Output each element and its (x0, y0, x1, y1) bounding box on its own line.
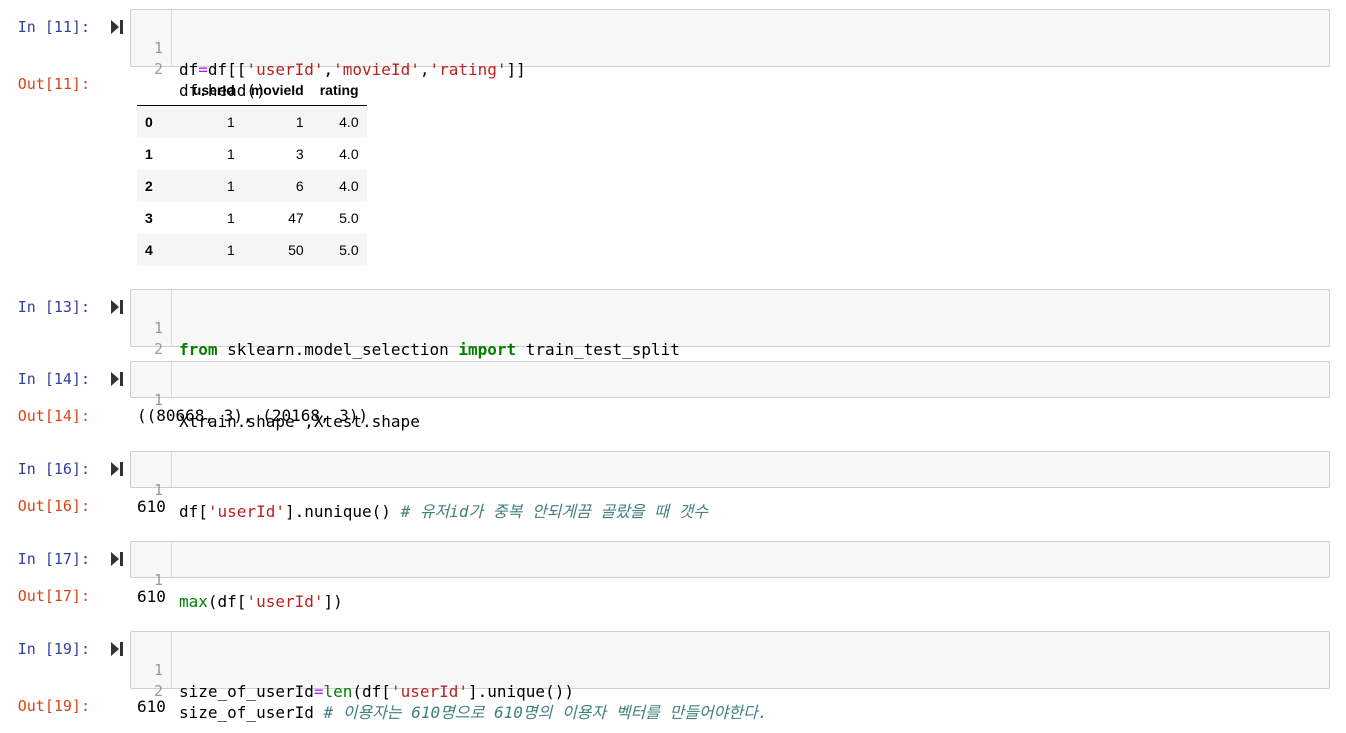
code-text: max(df['userId']) (179, 591, 343, 612)
comment-token: # 유저id가 중복 안되게끔 골랐을 때 갯수 (400, 502, 709, 521)
code-line: 1 Xtrain.shape ,Xtest.shape (131, 369, 1329, 431)
table-cell: 1 (295, 114, 304, 130)
column-header: movieId (242, 75, 312, 106)
table-row: 1 1 3 4.0 (137, 138, 367, 170)
code-text: size_of_userId=len(df['userId'].unique()… (179, 681, 574, 702)
table-cell: 1 (227, 114, 235, 130)
table-cell: 4.0 (339, 178, 359, 194)
table-cell: 3 (295, 146, 304, 162)
output-prompt: Out[14]: (17, 407, 90, 425)
code-text: from sklearn.model_selection import trai… (179, 339, 680, 360)
run-cell-icon[interactable] (110, 641, 124, 657)
code-line: 2 size_of_userId # 이용자는 610명으로 610명의 이용자… (131, 660, 1329, 722)
code-input[interactable]: 1 Xtrain.shape ,Xtest.shape (130, 361, 1330, 431)
table-row: 0 1 1 4.0 (137, 105, 367, 138)
table-row: 3 1 47 5.0 (137, 202, 367, 234)
input-prompt: In [13]: (17, 298, 90, 316)
output-prompt: Out[16]: (17, 497, 90, 515)
code-token: ].unique()) (468, 682, 574, 701)
string-token: 'userId' (246, 592, 324, 611)
table-cell: 4.0 (339, 114, 359, 130)
run-cell-icon[interactable] (110, 19, 124, 35)
code-token: (df[ (207, 592, 247, 611)
table-cell: 1 (227, 178, 235, 194)
code-token: df[ (179, 502, 208, 521)
code-input[interactable]: 1 df=df[['userId','movieId','rating']] 2… (130, 9, 1330, 100)
string-token: 'rating' (429, 60, 507, 79)
code-token: ]] (506, 60, 526, 79)
run-cell-icon[interactable] (110, 371, 124, 387)
code-token: ].nunique() (284, 502, 401, 521)
run-cell-icon[interactable] (110, 461, 124, 477)
code-text: df['userId'].nunique() # 유저id가 중복 안되게끔 골… (179, 501, 708, 522)
input-prompt: In [16]: (17, 460, 90, 478)
operator-token: = (313, 682, 324, 701)
output-prompt: Out[11]: (17, 75, 90, 93)
keyword-token: import (458, 340, 517, 359)
string-token: 'userId' (390, 682, 468, 701)
index-header (137, 75, 171, 106)
code-token: train_test_split (516, 340, 680, 359)
table-cell: 5.0 (339, 210, 359, 226)
row-index: 1 (145, 146, 153, 162)
code-line: 2 df.head() (131, 38, 1329, 100)
code-line: 1 size_of_userId=len(df['userId'].unique… (131, 639, 1329, 701)
code-line: 1 max(df['userId']) (131, 549, 1329, 611)
code-line: 1 from sklearn.model_selection import tr… (131, 297, 1329, 359)
table-cell: 5.0 (339, 242, 359, 258)
run-cell-icon[interactable] (110, 299, 124, 315)
code-input[interactable]: 1 df['userId'].nunique() # 유저id가 중복 안되게끔… (130, 451, 1330, 521)
dataframe-table: userId movieId rating 0 1 1 4.0 1 1 3 4.… (137, 75, 367, 266)
column-header: userId (170, 75, 243, 106)
input-prompt: In [11]: (17, 18, 90, 36)
table-cell: 1 (227, 210, 235, 226)
cell-output: ((80668, 3), (20168, 3)) (137, 406, 369, 425)
line-number: 2 (153, 340, 163, 358)
cell-output: 610 (137, 497, 166, 516)
code-input[interactable]: 1 max(df['userId']) (130, 541, 1330, 611)
code-text: size_of_userId # 이용자는 610명으로 610명의 이용자 벡… (179, 702, 767, 723)
code-token: size_of_userId (179, 703, 324, 722)
table-cell: 47 (288, 210, 304, 226)
row-index: 0 (145, 114, 153, 130)
table-header-row: userId movieId rating (137, 75, 367, 106)
builtin-token: max (179, 592, 208, 611)
code-token: (df[ (352, 682, 391, 701)
code-line: 2 Xtrain, Xtest =train_test_split(df,tes… (131, 318, 1329, 380)
code-input[interactable]: 1 size_of_userId=len(df['userId'].unique… (130, 631, 1330, 722)
cell-output: 610 (137, 587, 166, 606)
code-token: ]) (323, 592, 343, 611)
comment-token: # 이용자는 610명으로 610명의 이용자 벡터를 만들어야한다. (323, 703, 768, 722)
code-line: 1 df=df[['userId','movieId','rating']] (131, 17, 1329, 79)
output-prompt: Out[19]: (17, 697, 90, 715)
code-input[interactable]: 1 from sklearn.model_selection import tr… (130, 289, 1330, 380)
cell-output: 610 (137, 697, 166, 716)
table-cell: 4.0 (339, 146, 359, 162)
string-token: 'userId' (207, 502, 285, 521)
table-cell: 6 (295, 178, 304, 194)
table-cell: 50 (288, 242, 304, 258)
table-row: 4 1 50 5.0 (137, 234, 367, 266)
table-cell: 1 (227, 242, 235, 258)
column-header: rating (311, 75, 367, 106)
code-token: sklearn.model_selection (217, 340, 459, 359)
row-index: 3 (145, 210, 153, 226)
table-cell: 1 (227, 146, 235, 162)
code-token: size_of_userId (179, 682, 314, 701)
input-prompt: In [19]: (17, 640, 90, 658)
row-index: 4 (145, 242, 153, 258)
input-prompt: In [17]: (17, 550, 90, 568)
row-index: 2 (145, 178, 153, 194)
output-prompt: Out[17]: (17, 587, 90, 605)
input-prompt: In [14]: (17, 370, 90, 388)
run-cell-icon[interactable] (110, 551, 124, 567)
builtin-token: len (323, 682, 353, 701)
code-line: 1 df['userId'].nunique() # 유저id가 중복 안되게끔… (131, 459, 1329, 521)
table-row: 2 1 6 4.0 (137, 170, 367, 202)
